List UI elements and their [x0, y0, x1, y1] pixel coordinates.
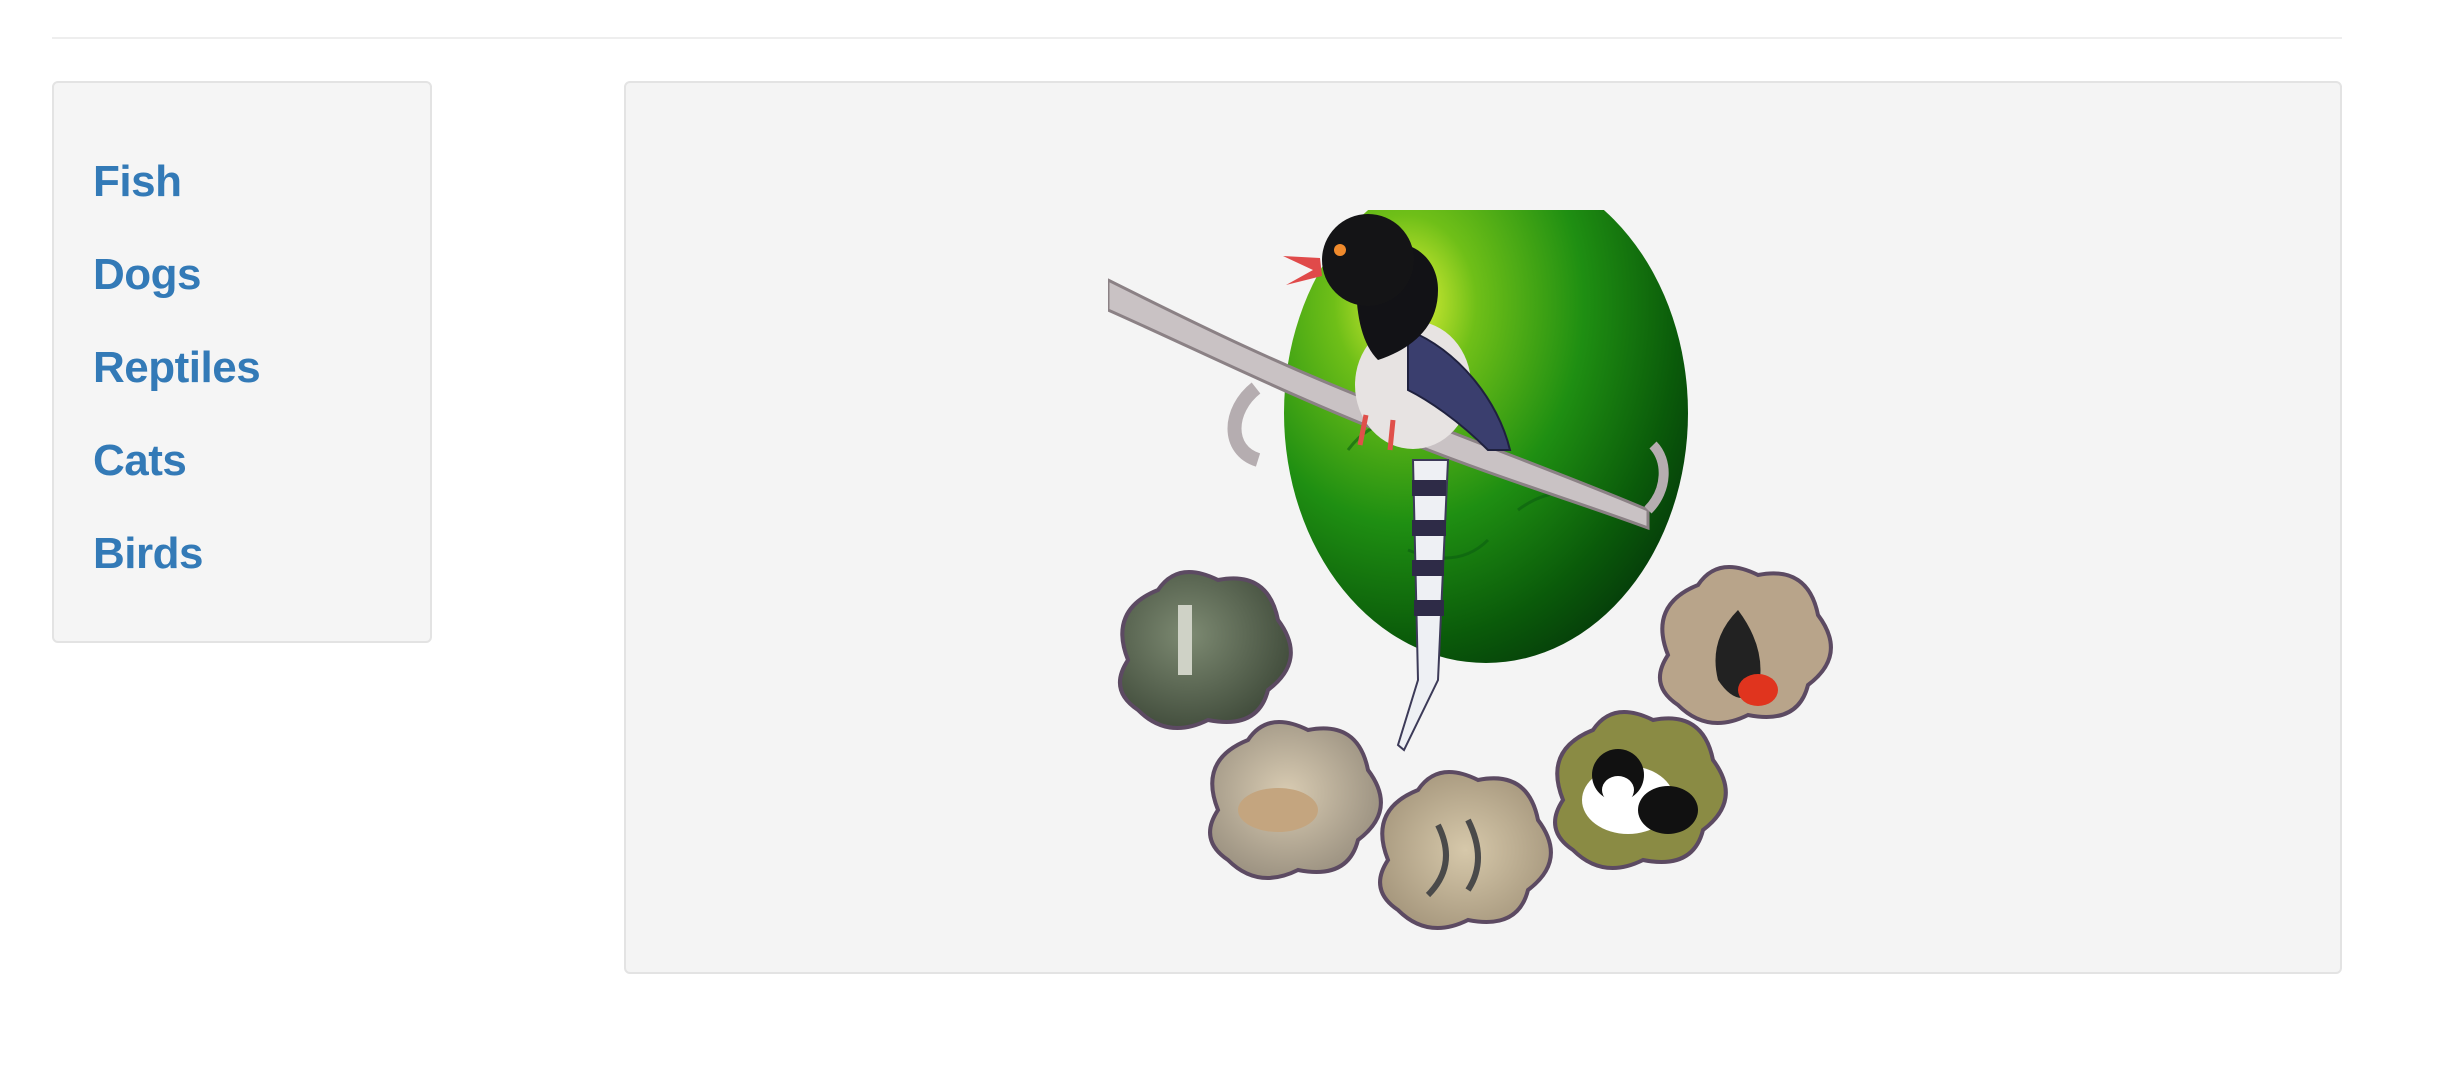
cat-thumbnail[interactable] — [1553, 710, 1728, 870]
category-link-fish[interactable]: Fish — [93, 155, 182, 209]
category-item-fish: Fish — [93, 155, 260, 248]
reptile-thumbnail[interactable] — [1118, 570, 1293, 730]
category-item-birds: Birds — [93, 527, 260, 620]
category-item-reptiles: Reptiles — [93, 341, 261, 434]
category-link-birds[interactable]: Birds — [93, 527, 203, 581]
bird-thumbnail[interactable] — [1658, 565, 1833, 725]
category-link-dogs[interactable]: Dogs — [93, 248, 202, 302]
category-item-dogs: Dogs — [93, 248, 260, 341]
sidebar-panel: Fish Dogs Reptiles Cats Birds — [52, 81, 432, 643]
fish-thumbnail[interactable] — [1378, 770, 1553, 930]
category-link-reptiles[interactable]: Reptiles — [93, 341, 261, 395]
category-link-cats[interactable]: Cats — [93, 434, 187, 488]
category-list: Fish Dogs Reptiles Cats Birds — [93, 155, 261, 620]
dog-thumbnail[interactable] — [1208, 720, 1383, 880]
pet-store-splash-image[interactable] — [1108, 210, 1848, 940]
category-item-cats: Cats — [93, 434, 260, 527]
header-divider — [52, 37, 2342, 39]
